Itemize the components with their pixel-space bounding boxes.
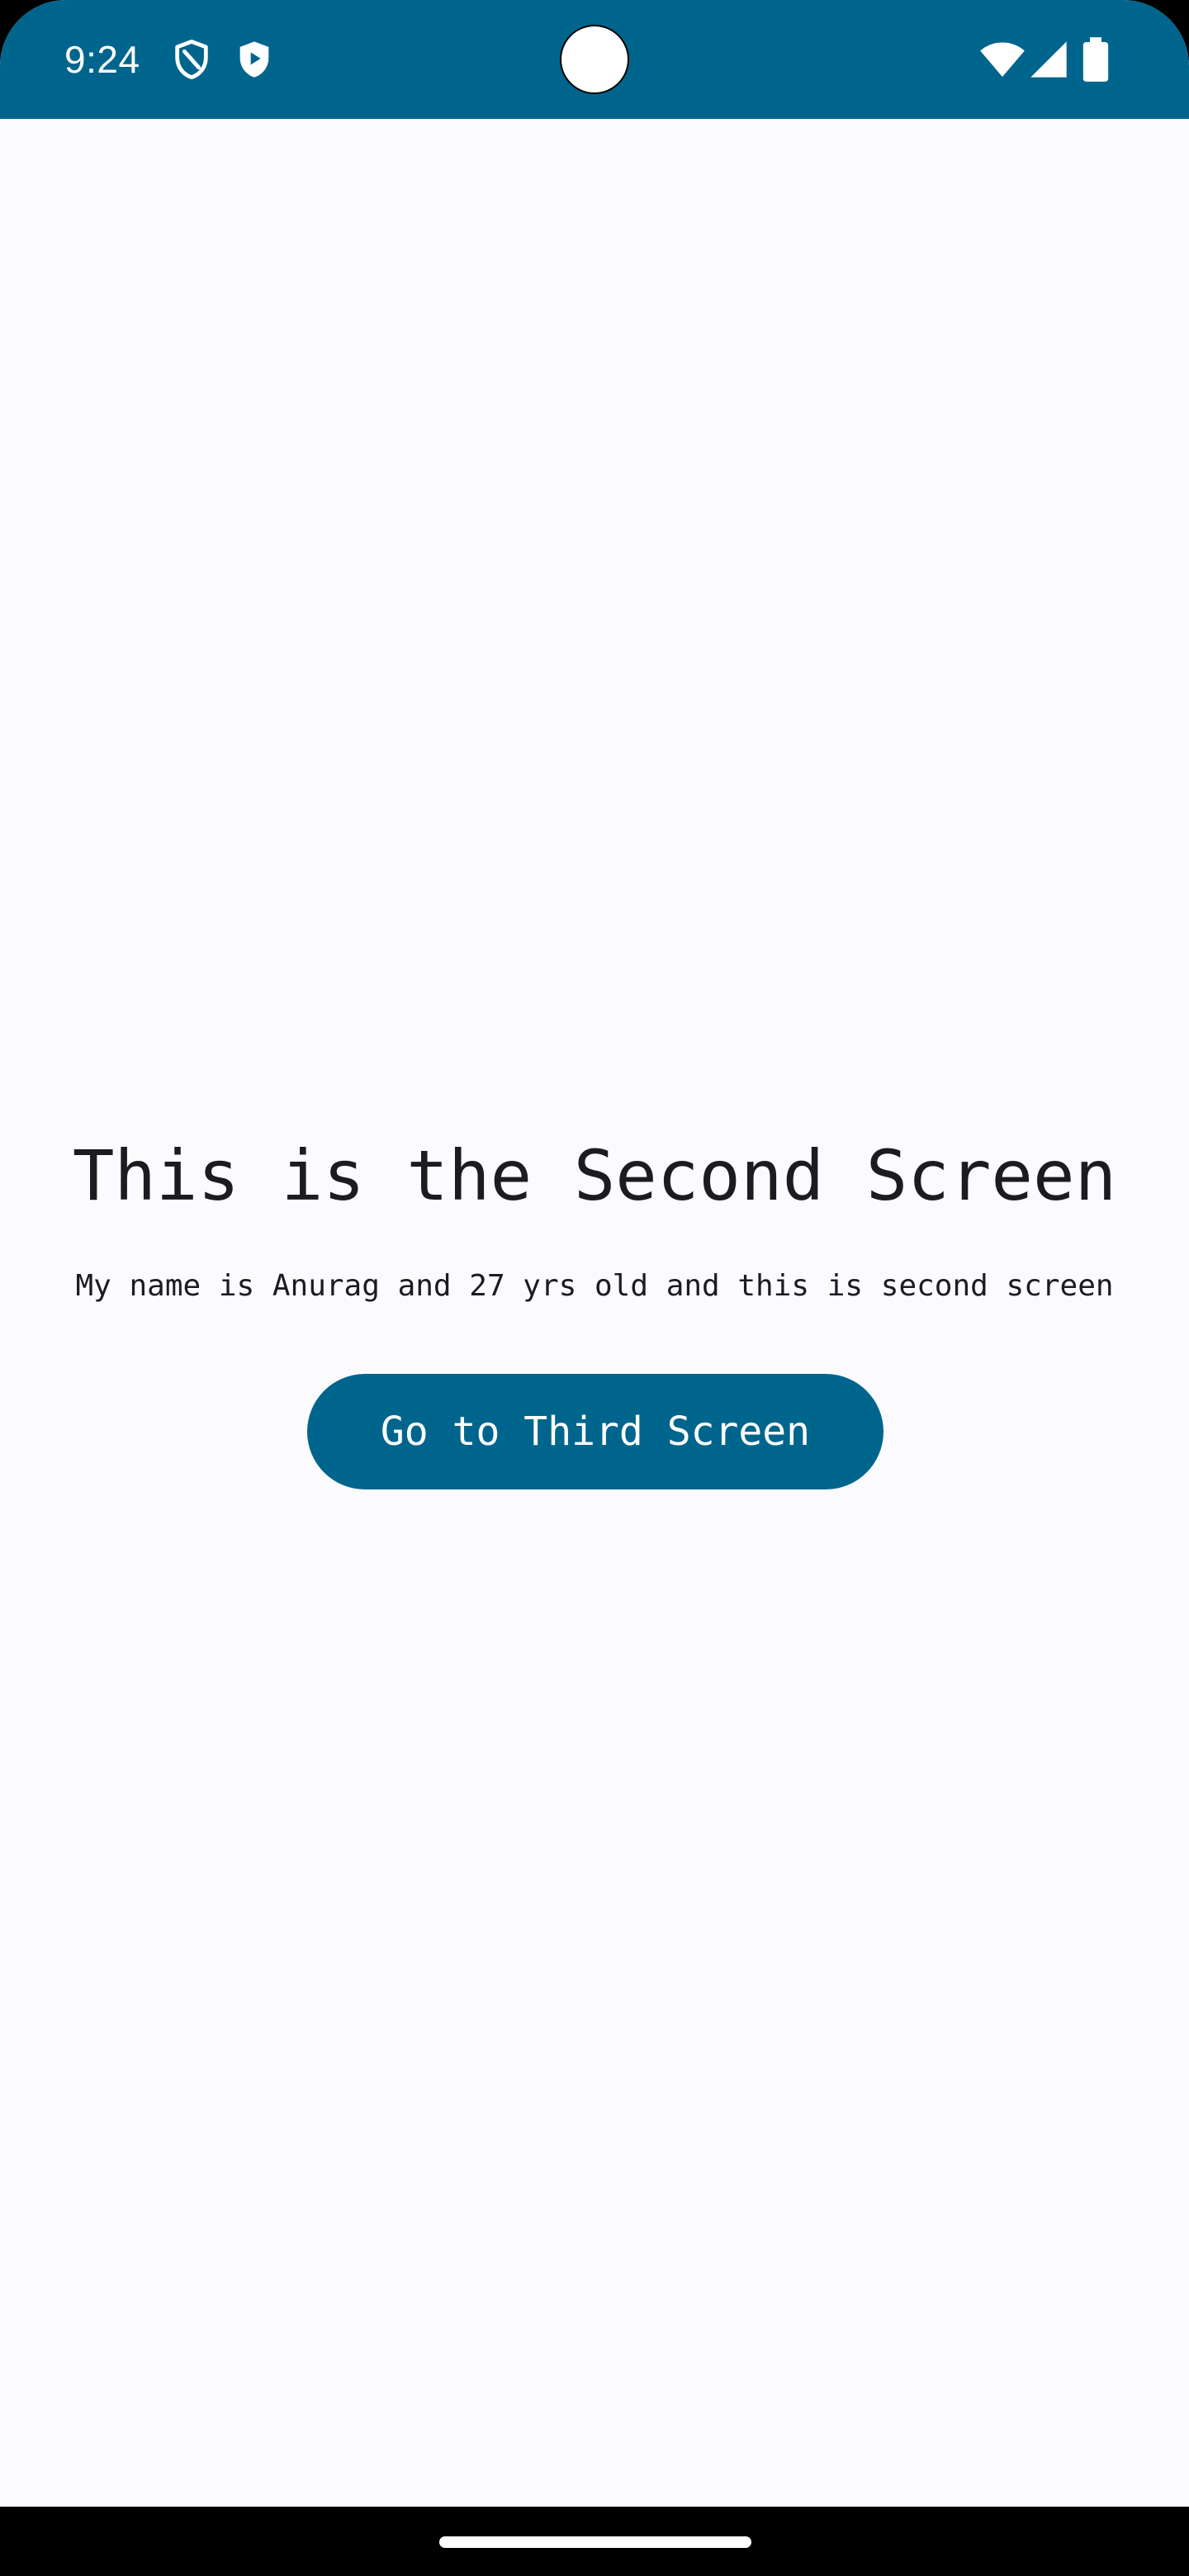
navigation-bar bbox=[0, 2507, 1189, 2576]
play-protect-icon bbox=[233, 36, 276, 83]
go-to-third-screen-button[interactable]: Go to Third Screen bbox=[307, 1374, 883, 1489]
page-title: This is the Second Screen bbox=[72, 1135, 1117, 1216]
home-gesture-handle[interactable] bbox=[439, 2536, 751, 2548]
page-subtitle: My name is Anurag and 27 yrs old and thi… bbox=[75, 1269, 1114, 1303]
app-screen: 9:24 This is the Second Screen My name i… bbox=[0, 0, 1189, 2576]
status-time: 9:24 bbox=[64, 38, 140, 81]
battery-icon bbox=[1082, 36, 1110, 83]
camera-cutout bbox=[560, 25, 629, 94]
shield-icon bbox=[170, 36, 213, 83]
status-bar: 9:24 bbox=[0, 0, 1189, 119]
wifi-icon bbox=[979, 36, 1026, 83]
signal-icon bbox=[1027, 36, 1070, 83]
main-content: This is the Second Screen My name is Anu… bbox=[0, 119, 1189, 2507]
